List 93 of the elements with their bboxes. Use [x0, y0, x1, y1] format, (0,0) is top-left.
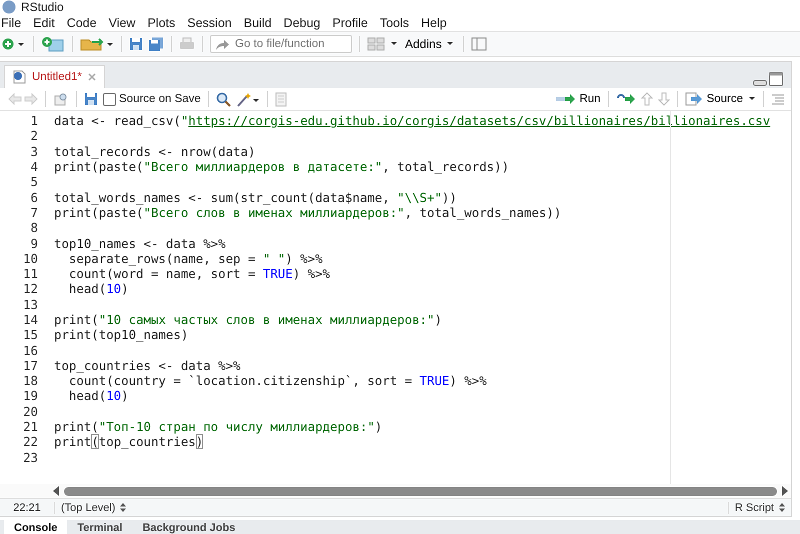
menu-item[interactable]: Code [66, 16, 97, 30]
code-line: top_countries <- data %>% [54, 358, 240, 373]
code-line: separate_rows(name, sep = " ") %>% [68, 250, 323, 266]
code-line: print("10 самых частых слов в именах миллиардеров:") [54, 312, 442, 327]
save-icon[interactable] [84, 92, 98, 106]
line-number: 9 [30, 236, 38, 251]
code-line: total_words_names <- sum(str_count(data$name, "\\S+")) [54, 190, 457, 205]
run-button[interactable]: Run [555, 93, 601, 105]
code-line: count(country = `location.citizenship`, sort = TRUE) %>% [68, 373, 487, 388]
pane-layout-icon[interactable] [470, 37, 487, 52]
line-number: 13 [22, 296, 38, 312]
line-number: 19 [22, 388, 38, 404]
show-in-window-icon[interactable] [53, 92, 69, 106]
grid-icon[interactable] [367, 37, 385, 52]
line-number: 22 [22, 434, 38, 450]
code-line: print(paste("Всего миллиардеров в датасете:", total_records)) [54, 159, 510, 174]
up-down-caret-icon [779, 503, 785, 512]
line-number: 16 [22, 342, 38, 358]
line-number: 10 [22, 250, 38, 266]
run-arrow-icon [555, 93, 578, 105]
scroll-right-icon[interactable] [781, 486, 789, 496]
menu-item[interactable]: Plots [147, 16, 176, 30]
line-number: 12 [22, 281, 38, 296]
down-arrow-icon[interactable] [658, 92, 670, 106]
line-number: 23 [22, 450, 38, 465]
outline-icon[interactable] [771, 93, 785, 105]
close-icon[interactable] [88, 73, 96, 81]
line-number: 11 [22, 266, 38, 282]
save-icon[interactable] [129, 37, 143, 52]
new-file-icon[interactable] [2, 37, 26, 52]
file-type-selector[interactable]: R Script [728, 502, 791, 514]
caret-icon[interactable] [748, 96, 756, 102]
line-number: 21 [22, 419, 38, 434]
code-line: top10_names <- data %>% [54, 236, 226, 251]
line-number: 15 [22, 327, 38, 342]
magic-wand-icon[interactable] [236, 92, 260, 106]
line-number: 17 [22, 358, 38, 373]
scroll-left-icon[interactable] [52, 486, 60, 496]
editor-tab[interactable]: Untitled1* [4, 65, 105, 88]
cursor-position: 22:21 [0, 502, 55, 514]
caret-icon [446, 41, 454, 48]
scope-selector[interactable]: (Top Level) [55, 502, 132, 514]
source-button[interactable]: Source [684, 92, 743, 106]
menu-item[interactable]: Tools [380, 16, 410, 30]
line-number: 2 [30, 128, 38, 144]
up-arrow-icon[interactable] [640, 92, 653, 106]
scrollbar-thumb[interactable] [64, 486, 777, 496]
code-line: print("Топ-10 стран по числу миллиардеров:") [54, 419, 382, 434]
line-number: 8 [30, 220, 38, 236]
line-number: 7 [30, 204, 38, 220]
open-folder-icon[interactable] [80, 37, 114, 52]
console-tab[interactable]: Console [4, 520, 68, 534]
up-down-caret-icon [120, 503, 126, 512]
console-tab[interactable]: Background Jobs [132, 520, 246, 534]
code-line: total_records <- nrow(data) [54, 144, 256, 159]
search-icon[interactable] [216, 92, 231, 106]
line-number: 1 [30, 113, 38, 128]
rerun-icon[interactable] [616, 93, 636, 105]
go-to-file-field[interactable]: Go to file/function [210, 35, 352, 54]
code-line: print(paste("Всего слов в именах миллиардеров:", total_words_names)) [54, 204, 562, 220]
caret-icon[interactable] [390, 41, 398, 48]
line-number: 18 [22, 373, 38, 388]
menu-item[interactable]: Build [244, 16, 272, 30]
line-number: 14 [22, 312, 38, 327]
line-number: 5 [30, 174, 38, 190]
addins-button[interactable]: Addins [403, 37, 456, 52]
line-number: 3 [30, 144, 38, 159]
code-line: print(top10_names) [54, 327, 188, 342]
code-line: head(10) [68, 281, 129, 296]
maximize-icon[interactable] [769, 72, 783, 86]
code-line: data <- read_csv("https://corgis-edu.github.io/corgis/datasets/csv/billionaires/billionaires.csv [54, 113, 770, 128]
notebook-icon[interactable] [274, 92, 287, 106]
minimize-icon[interactable] [753, 80, 767, 86]
console-tab[interactable]: Terminal [67, 520, 132, 534]
window-title: RStudio [21, 0, 64, 14]
line-number: 6 [30, 190, 38, 205]
save-all-icon[interactable] [148, 36, 164, 52]
menu-item[interactable]: File [1, 16, 22, 30]
line-number: 4 [30, 159, 38, 174]
source-on-save-label: Source on Save [119, 93, 201, 105]
code-line: print(top_countries) [54, 434, 204, 450]
code-line: count(word = name, sort = TRUE) %>% [68, 266, 330, 282]
source-arrow-icon [684, 92, 705, 106]
menu-item[interactable]: Edit [33, 16, 55, 30]
menu-item[interactable]: Profile [332, 16, 368, 30]
new-project-icon[interactable] [41, 36, 65, 52]
menu-item[interactable]: View [108, 16, 136, 30]
menu-item[interactable]: Help [421, 16, 447, 30]
code-line: head(10) [68, 388, 129, 404]
line-number: 20 [22, 404, 38, 419]
menu-item[interactable]: Debug [284, 16, 320, 30]
menu-item[interactable]: Session [187, 16, 232, 30]
source-on-save-checkbox[interactable] [103, 92, 116, 106]
